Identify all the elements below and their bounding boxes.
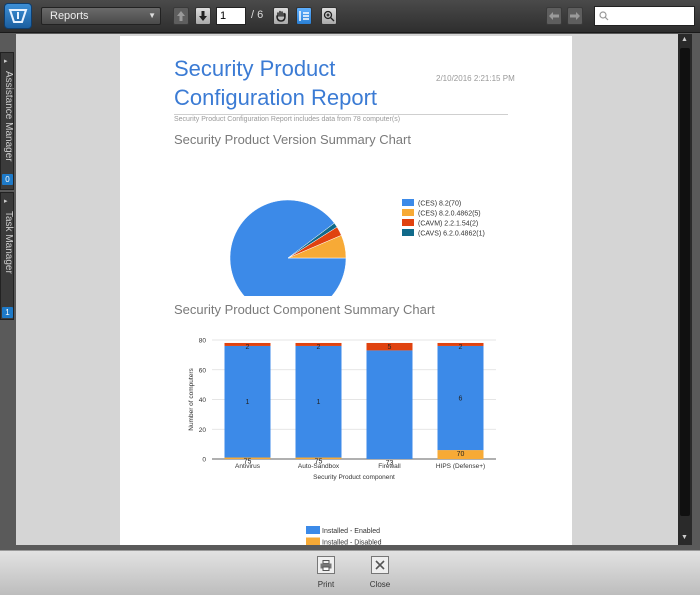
component-chart-heading: Security Product Component Summary Chart: [174, 302, 435, 317]
scroll-down-icon[interactable]: ▼: [681, 534, 688, 541]
scroll-up-icon[interactable]: ▲: [681, 36, 688, 43]
chevron-down-icon: ▼: [148, 11, 156, 20]
task-manager-panel-tab[interactable]: ▸ Task Manager 1: [0, 192, 14, 320]
report-type-dropdown[interactable]: Reports ▼: [41, 7, 161, 25]
x-tick-label: HIPS (Defense+): [436, 463, 485, 470]
y-tick-label: 0: [202, 457, 206, 464]
arrow-down-icon: [199, 11, 207, 21]
search-input[interactable]: [594, 6, 695, 26]
task-manager-label: Task Manager: [3, 211, 14, 274]
hand-pan-icon: [276, 10, 286, 22]
app-logo-icon[interactable]: [4, 3, 32, 29]
legend-swatch: [402, 219, 414, 226]
report-date: 2/10/2016 2:21:15 PM: [436, 74, 515, 83]
title-divider: [174, 114, 508, 115]
version-chart-heading: Security Product Version Summary Chart: [174, 132, 411, 147]
x-tick-label: Auto-Sandbox: [298, 463, 340, 470]
report-title-line1: Security Product: [174, 56, 336, 81]
expand-arrow-icon: ▸: [4, 198, 8, 205]
search-icon: [599, 11, 609, 21]
x-tick-label: Antivirus: [235, 463, 261, 470]
legend-swatch: [402, 199, 414, 206]
pan-tool-button[interactable]: [273, 7, 289, 25]
task-manager-badge: 1: [2, 307, 13, 318]
assistance-manager-label: Assistance Manager: [3, 71, 14, 162]
arrow-up-icon: [177, 11, 185, 21]
expand-arrow-icon: ▸: [4, 58, 8, 65]
x-tick-label: Firewall: [378, 463, 401, 470]
legend-label: (CES) 8.2.0.4862(5): [418, 211, 481, 218]
nav-back-button[interactable]: [546, 7, 562, 25]
text-select-icon: [299, 11, 309, 21]
print-label: Print: [317, 580, 335, 589]
bar-data-label: 5: [388, 344, 392, 351]
bar-data-label: 1: [246, 399, 250, 406]
document-viewer[interactable]: Security Product Configuration Report 2/…: [16, 34, 678, 545]
legend-label: Installed - Disabled: [322, 540, 382, 546]
nav-forward-icon: [570, 12, 580, 20]
top-toolbar: Reports ▼ 1 / 6: [0, 0, 700, 33]
vertical-scrollbar[interactable]: ▲ ▼: [678, 34, 692, 545]
bar-segment: [366, 350, 413, 459]
legend-swatch: [402, 209, 414, 216]
close-icon: [371, 556, 389, 574]
bar-data-label: 6: [459, 396, 463, 403]
legend-label: (CAVM) 2.2.1.54(2): [418, 221, 478, 228]
text-select-tool-button[interactable]: [296, 7, 312, 25]
previous-page-button[interactable]: [173, 7, 189, 25]
y-tick-label: 60: [199, 367, 207, 374]
legend-label: (CES) 8.2(70): [418, 201, 461, 208]
legend-swatch: [306, 526, 320, 534]
version-pie-chart: (CES) 8.2(70) (CES) 8.2.0.4862(5) (CAVM) 2…: [229, 199, 485, 296]
legend-swatch: [402, 229, 414, 236]
printer-icon: [317, 556, 335, 574]
bar-data-label: 2: [246, 344, 250, 351]
page-number-input[interactable]: 1: [216, 7, 246, 25]
assistance-manager-panel-tab[interactable]: ▸ Assistance Manager 0: [0, 52, 14, 190]
y-axis-label: Number of computers: [188, 368, 195, 431]
zoom-button[interactable]: [321, 7, 337, 25]
legend-label: Installed - Enabled: [322, 528, 380, 535]
x-axis-label: Security Product component: [313, 474, 395, 481]
report-description: Security Product Configuration Report in…: [174, 116, 401, 123]
y-tick-label: 20: [199, 427, 207, 434]
component-bar-chart: 0 20 40 60 80 Number of computers Security Pro…: [188, 338, 496, 546]
report-page: Security Product Configuration Report 2/…: [120, 36, 572, 545]
bar-data-label: 2: [459, 344, 463, 351]
bar-data-label: 70: [457, 451, 465, 458]
bar-data-label: 2: [317, 344, 321, 351]
print-button[interactable]: Print: [306, 556, 346, 589]
bar-data-label: 1: [317, 399, 321, 406]
scrollbar-thumb[interactable]: [680, 48, 690, 516]
report-type-value: Reports: [50, 10, 89, 22]
assistance-manager-badge: 0: [2, 174, 13, 185]
y-tick-label: 80: [199, 338, 207, 345]
legend-swatch: [306, 537, 320, 545]
zoom-icon: [323, 10, 335, 22]
bottom-action-bar: Print Close: [0, 550, 700, 595]
report-title-line2: Configuration Report: [174, 85, 378, 110]
report-title: Security Product Configuration Report: [174, 54, 394, 112]
page-total-label: / 6: [251, 9, 264, 21]
legend-label: (CAVS) 6.2.0.4862(1): [418, 231, 485, 238]
next-page-button[interactable]: [195, 7, 211, 25]
nav-forward-button[interactable]: [567, 7, 583, 25]
nav-back-icon: [549, 12, 559, 20]
close-button[interactable]: Close: [360, 556, 400, 589]
close-label: Close: [369, 580, 391, 589]
y-tick-label: 40: [199, 397, 207, 404]
